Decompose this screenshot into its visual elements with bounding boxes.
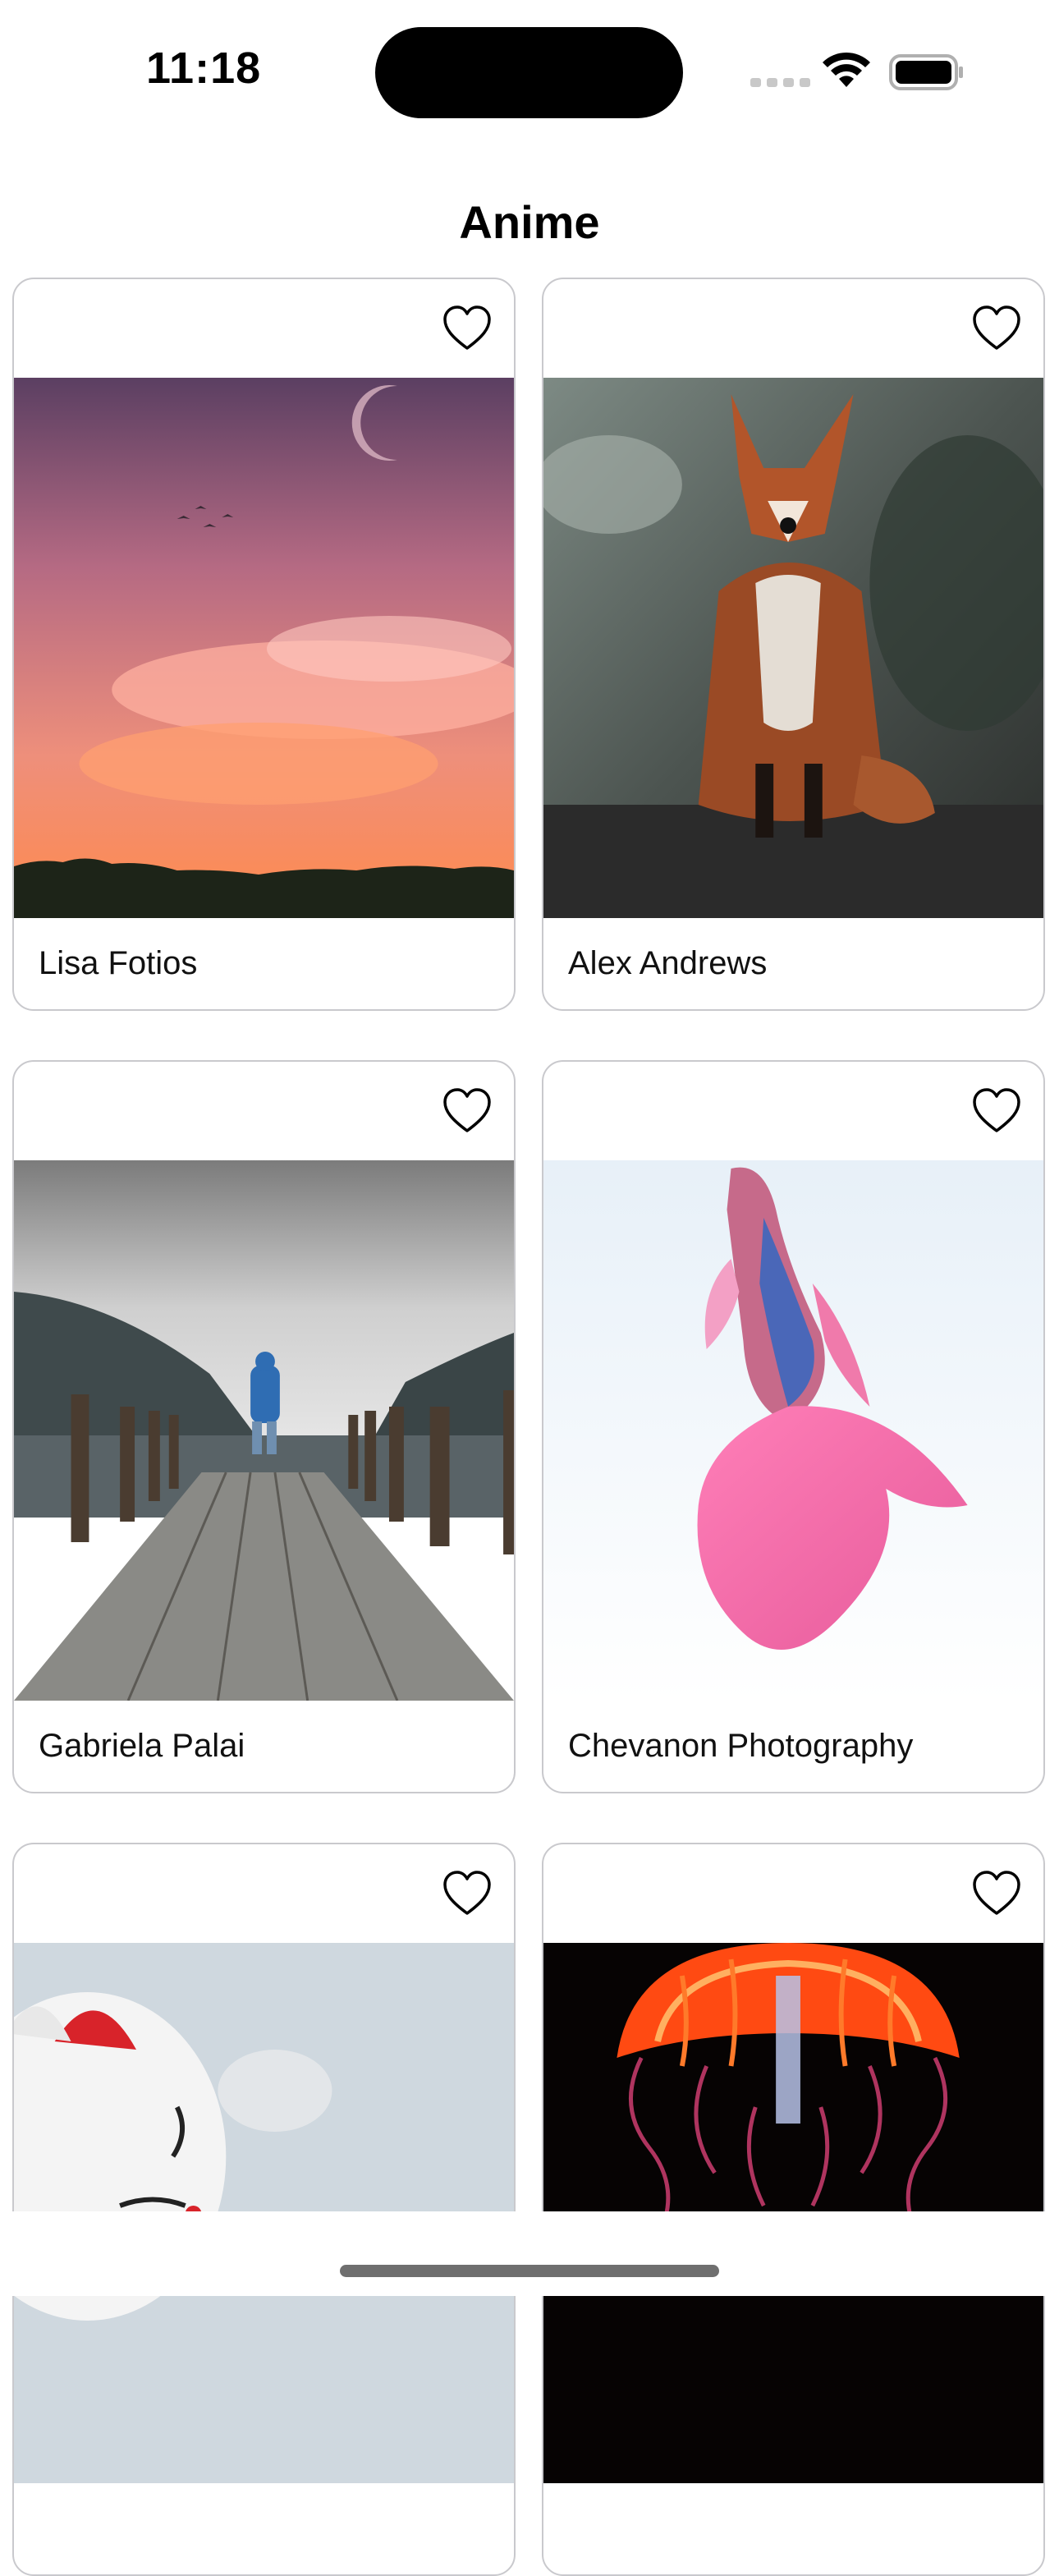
heart-outline-icon[interactable]	[442, 1086, 493, 1136]
cellular-signal-icon	[750, 78, 810, 87]
card-author: Alex Andrews	[568, 945, 768, 981]
card-author	[543, 2483, 1043, 2574]
wifi-icon	[823, 52, 870, 87]
pier-lake-photo	[14, 1160, 514, 1701]
card-author: Chevanon Photography	[568, 1728, 914, 1764]
status-time: 11:18	[146, 44, 262, 93]
heart-outline-icon[interactable]	[971, 1869, 1022, 1918]
page-title: Anime	[459, 196, 600, 248]
photo-card[interactable]	[542, 1843, 1045, 2576]
battery-icon	[889, 54, 963, 90]
card-header	[543, 1844, 1043, 1943]
bottom-safe-area	[0, 2211, 1059, 2296]
heart-outline-icon[interactable]	[971, 304, 1022, 353]
heart-outline-icon[interactable]	[442, 1869, 493, 1918]
heart-outline-icon[interactable]	[442, 304, 493, 353]
card-author: Lisa Fotios	[39, 945, 198, 981]
photo-card[interactable]: Gabriela Palai	[12, 1060, 516, 1793]
card-author	[14, 2483, 514, 2574]
card-header	[14, 279, 514, 378]
sunset-sky-photo	[14, 378, 514, 918]
card-header	[14, 1844, 514, 1943]
card-author: Gabriela Palai	[39, 1728, 245, 1764]
betta-fish-photo	[543, 1160, 1043, 1701]
dynamic-island	[375, 27, 683, 118]
photo-card[interactable]	[12, 1843, 516, 2576]
card-header	[14, 1062, 514, 1160]
photo-card[interactable]: Chevanon Photography	[542, 1060, 1045, 1793]
fox-photo	[543, 378, 1043, 918]
photo-card[interactable]: Lisa Fotios	[12, 278, 516, 1011]
status-bar: 11:18	[0, 0, 1059, 140]
card-header	[543, 1062, 1043, 1160]
heart-outline-icon[interactable]	[971, 1086, 1022, 1136]
photo-card[interactable]: Alex Andrews	[542, 278, 1045, 1011]
card-header	[543, 279, 1043, 378]
home-indicator[interactable]	[340, 2265, 719, 2277]
